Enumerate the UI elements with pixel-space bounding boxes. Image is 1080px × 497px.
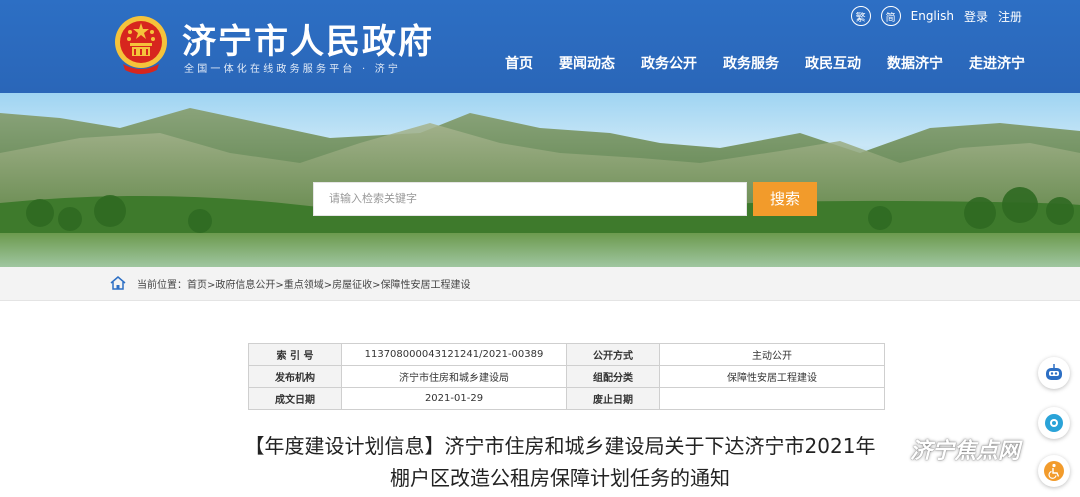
breadcrumb-separator: > [275, 280, 284, 291]
document-meta-table: 索 引 号 113708000043121241/2021-00389 公开方式… [248, 343, 885, 410]
meta-value-disclosure-method: 主动公开 [659, 343, 885, 366]
search-button[interactable]: 搜索 [753, 182, 817, 216]
meta-value-written-date: 2021-01-29 [341, 387, 567, 410]
meta-label-written-date: 成文日期 [248, 387, 342, 410]
meta-label-index-number: 索 引 号 [248, 343, 342, 366]
meta-label-publisher: 发布机构 [248, 365, 342, 388]
breadcrumb-prefix: 当前位置： [137, 280, 187, 291]
wechat-icon [881, 442, 905, 462]
document-title: 【年度建设计划信息】济宁市住房和城乡建设局关于下达济宁市2021年 棚户区改造公… [210, 430, 910, 494]
nav-item-gov-services[interactable]: 政务服务 [723, 53, 779, 73]
mountain-landscape-image [0, 108, 1080, 267]
breadcrumb: 当前位置：首页>政府信息公开>重点领域>房屋征收>保障性安居工程建设 [137, 276, 471, 291]
top-links: 繁 简 English 登录 注册 [850, 6, 1022, 26]
site-title[interactable]: 济宁市人民政府 [182, 14, 434, 63]
nav-item-news[interactable]: 要闻动态 [559, 53, 615, 73]
home-icon[interactable] [110, 276, 126, 290]
search-input[interactable]: 请输入检索关键字 [313, 182, 747, 216]
table-row: 索 引 号 113708000043121241/2021-00389 公开方式… [248, 343, 885, 366]
breadcrumb-item-home[interactable]: 首页 [187, 280, 207, 291]
breadcrumb-separator: > [372, 280, 381, 291]
site-header: 济宁市人民政府 全国一体化在线政务服务平台 · 济宁 繁 简 English 登… [0, 0, 1080, 93]
meta-value-repeal-date [659, 387, 885, 410]
nav-item-data-jining[interactable]: 数据济宁 [887, 53, 943, 73]
meta-value-category: 保障性安居工程建设 [659, 365, 885, 388]
document-title-line2: 棚户区改造公租房保障计划任务的通知 [390, 466, 730, 490]
watermark-logo: 济宁焦点网 [880, 433, 1020, 465]
nav-item-about-jining[interactable]: 走进济宁 [969, 53, 1025, 73]
landscape-banner: 请输入检索关键字 搜索 [0, 93, 1080, 267]
english-link[interactable]: English [911, 9, 954, 23]
simplified-chinese-toggle[interactable]: 简 [880, 6, 901, 26]
breadcrumb-separator: > [323, 280, 333, 291]
breadcrumb-bar: 当前位置：首页>政府信息公开>重点领域>房屋征收>保障性安居工程建设 [0, 267, 1080, 301]
watermark-text: 济宁焦点网 [910, 439, 1021, 464]
nav-item-home[interactable]: 首页 [505, 53, 533, 73]
breadcrumb-item-affordable-housing[interactable]: 保障性安居工程建设 [381, 280, 471, 291]
table-row: 发布机构 济宁市住房和城乡建设局 组配分类 保障性安居工程建设 [248, 365, 885, 388]
breadcrumb-item-key-areas[interactable]: 重点领域 [284, 280, 324, 291]
document-title-line1: 【年度建设计划信息】济宁市住房和城乡建设局关于下达济宁市2021年 [244, 434, 876, 458]
meta-value-publisher: 济宁市住房和城乡建设局 [341, 365, 567, 388]
meta-label-disclosure-method: 公开方式 [566, 343, 660, 366]
meta-label-category: 组配分类 [566, 365, 660, 388]
nav-item-gov-affairs-disclosure[interactable]: 政务公开 [641, 53, 697, 73]
breadcrumb-item-housing-expropriation[interactable]: 房屋征收 [332, 280, 372, 291]
wheelchair-icon [1044, 461, 1064, 481]
nav-item-public-interaction[interactable]: 政民互动 [805, 53, 861, 73]
wheelchair-accessibility-button[interactable] [1038, 455, 1070, 487]
table-row: 成文日期 2021-01-29 废止日期 [248, 387, 885, 410]
accessibility-eye-button[interactable] [1038, 407, 1070, 439]
site-subtitle: 全国一体化在线政务服务平台 · 济宁 [184, 64, 402, 75]
meta-label-repeal-date: 废止日期 [566, 387, 660, 410]
robot-assistant-button[interactable] [1038, 357, 1070, 389]
national-emblem-icon [115, 16, 167, 74]
register-link[interactable]: 注册 [998, 8, 1022, 25]
eye-icon [1045, 414, 1063, 432]
meta-value-index-number: 113708000043121241/2021-00389 [341, 343, 567, 366]
traditional-chinese-toggle[interactable]: 繁 [850, 6, 871, 26]
breadcrumb-item-info-disclosure[interactable]: 政府信息公开 [215, 280, 275, 291]
main-nav: 首页 要闻动态 政务公开 政务服务 政民互动 数据济宁 走进济宁 [505, 53, 1025, 73]
login-link[interactable]: 登录 [964, 8, 988, 25]
robot-icon [1046, 364, 1062, 380]
